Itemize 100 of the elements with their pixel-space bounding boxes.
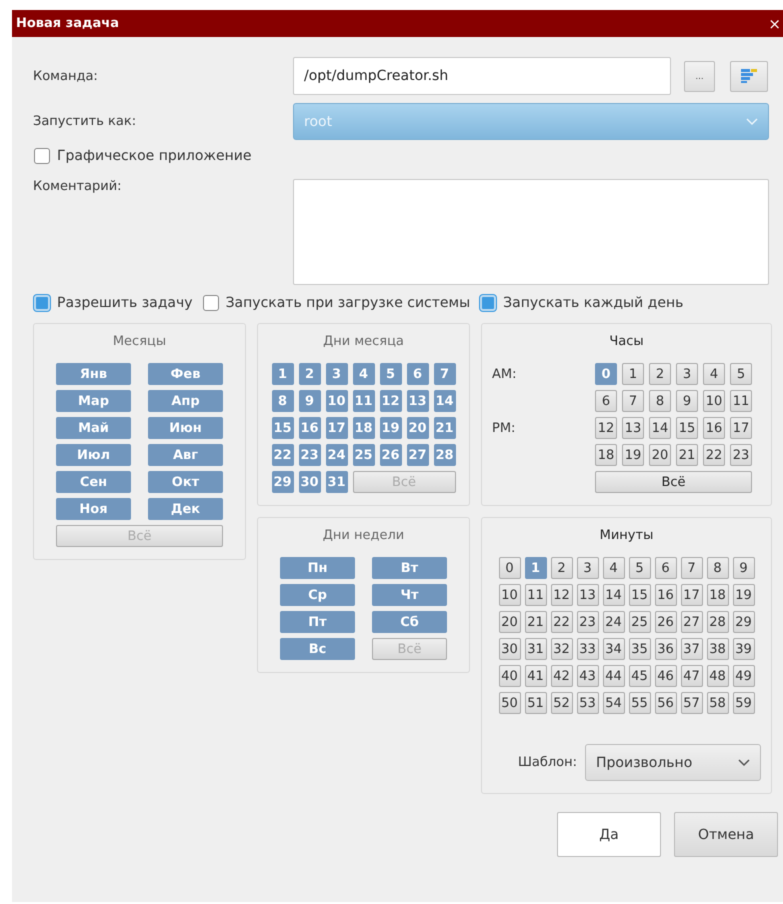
- list-icon[interactable]: [730, 60, 768, 92]
- minute-button[interactable]: 56: [654, 692, 676, 714]
- dialog-button[interactable]: Да: [557, 812, 661, 857]
- command-field[interactable]: /opt/dumpCreator.sh: [293, 57, 671, 95]
- hour-button[interactable]: 16: [703, 417, 725, 439]
- minute-button[interactable]: 58: [706, 692, 728, 714]
- minute-button[interactable]: 39: [732, 638, 754, 660]
- hour-button[interactable]: 12: [595, 417, 617, 439]
- template-dropdown[interactable]: Произвольно: [585, 744, 761, 781]
- minute-button[interactable]: 54: [602, 692, 624, 714]
- minute-button[interactable]: 35: [628, 638, 650, 660]
- hour-button[interactable]: 14: [649, 417, 671, 439]
- all-button[interactable]: Всё: [595, 471, 752, 493]
- hour-button[interactable]: 11: [730, 390, 752, 412]
- minute-button[interactable]: 3: [576, 557, 598, 579]
- minute-button[interactable]: 6: [654, 557, 676, 579]
- minute-button[interactable]: 5: [628, 557, 650, 579]
- hour-button[interactable]: 6: [595, 390, 617, 412]
- minute-button[interactable]: 24: [602, 611, 624, 633]
- hour-button[interactable]: 8: [649, 390, 671, 412]
- hour-button[interactable]: 19: [622, 444, 644, 466]
- minute-button[interactable]: 4: [602, 557, 624, 579]
- minute-button[interactable]: 17: [680, 584, 702, 606]
- minute-button[interactable]: 14: [602, 584, 624, 606]
- minute-button[interactable]: 9: [732, 557, 754, 579]
- minute-button[interactable]: 0: [498, 557, 520, 579]
- minute-button[interactable]: 25: [628, 611, 650, 633]
- hour-button[interactable]: 13: [622, 417, 644, 439]
- hour-button[interactable]: 15: [676, 417, 698, 439]
- minute-button[interactable]: 13: [576, 584, 598, 606]
- minute-button[interactable]: 23: [576, 611, 598, 633]
- hour-button[interactable]: 4: [703, 363, 725, 385]
- minute-button[interactable]: 26: [654, 611, 676, 633]
- dialog-button[interactable]: Отмена: [674, 812, 778, 857]
- minute-button[interactable]: 57: [680, 692, 702, 714]
- panel-title: Дни месяца: [323, 334, 404, 349]
- minute-button[interactable]: 20: [498, 611, 520, 633]
- hour-button[interactable]: 18: [595, 444, 617, 466]
- hour-button[interactable]: 2: [649, 363, 671, 385]
- hour-button[interactable]: 9: [676, 390, 698, 412]
- hour-button[interactable]: 3: [676, 363, 698, 385]
- hour-button[interactable]: 1: [622, 363, 644, 385]
- panel-title: Дни недели: [322, 528, 404, 543]
- close-button[interactable]: ×: [768, 14, 781, 32]
- minute-button[interactable]: 7: [680, 557, 702, 579]
- minute-button[interactable]: 44: [602, 665, 624, 687]
- checkbox[interactable]: [202, 295, 219, 311]
- minute-button[interactable]: 48: [706, 665, 728, 687]
- comment-field[interactable]: [293, 179, 769, 285]
- hour-button[interactable]: 7: [622, 390, 644, 412]
- minute-button[interactable]: 50: [498, 692, 520, 714]
- minute-button[interactable]: 47: [680, 665, 702, 687]
- minute-button[interactable]: 49: [732, 665, 754, 687]
- minute-button[interactable]: 43: [576, 665, 598, 687]
- window-title: Новая задача: [16, 16, 119, 31]
- minute-button[interactable]: 45: [628, 665, 650, 687]
- hour-button[interactable]: 5: [730, 363, 752, 385]
- minute-button[interactable]: 37: [680, 638, 702, 660]
- minute-button[interactable]: 52: [550, 692, 572, 714]
- hour-button[interactable]: 23: [730, 444, 752, 466]
- minute-button[interactable]: 29: [732, 611, 754, 633]
- minute-button[interactable]: 15: [628, 584, 650, 606]
- minute-button[interactable]: 36: [654, 638, 676, 660]
- checkbox-label: Графическое приложение: [57, 148, 252, 164]
- minute-button[interactable]: 38: [706, 638, 728, 660]
- minute-button[interactable]: 10: [498, 584, 520, 606]
- minute-button[interactable]: 42: [550, 665, 572, 687]
- minute-button[interactable]: 28: [706, 611, 728, 633]
- minute-button[interactable]: 46: [654, 665, 676, 687]
- minute-button[interactable]: 16: [654, 584, 676, 606]
- minute-button[interactable]: 27: [680, 611, 702, 633]
- panel-title: Часы: [609, 334, 644, 349]
- hour-button[interactable]: 22: [703, 444, 725, 466]
- checkbox-label: Запускать каждый день: [503, 295, 684, 311]
- panel-title: Месяцы: [112, 334, 166, 349]
- minute-button[interactable]: 40: [498, 665, 520, 687]
- minute-button[interactable]: 59: [732, 692, 754, 714]
- hour-button[interactable]: 10: [703, 390, 725, 412]
- minute-button[interactable]: 32: [550, 638, 572, 660]
- minute-button[interactable]: 55: [628, 692, 650, 714]
- minute-button[interactable]: 2: [550, 557, 572, 579]
- minute-button[interactable]: 51: [524, 692, 546, 714]
- minute-button[interactable]: 34: [602, 638, 624, 660]
- hour-button[interactable]: 20: [649, 444, 671, 466]
- minute-button[interactable]: 41: [524, 665, 546, 687]
- minute-button[interactable]: 8: [706, 557, 728, 579]
- hour-button[interactable]: 21: [676, 444, 698, 466]
- browse-button[interactable]: ...: [684, 60, 715, 92]
- minute-button[interactable]: 30: [498, 638, 520, 660]
- hour-button[interactable]: 17: [730, 417, 752, 439]
- minute-button[interactable]: 18: [706, 584, 728, 606]
- minute-button[interactable]: 11: [524, 584, 546, 606]
- minute-button[interactable]: 21: [524, 611, 546, 633]
- minute-button[interactable]: 19: [732, 584, 754, 606]
- minute-button[interactable]: 22: [550, 611, 572, 633]
- minute-button[interactable]: 53: [576, 692, 598, 714]
- minute-button[interactable]: 12: [550, 584, 572, 606]
- minute-button[interactable]: 33: [576, 638, 598, 660]
- checkbox[interactable]: [34, 148, 50, 164]
- minute-button[interactable]: 31: [524, 638, 546, 660]
